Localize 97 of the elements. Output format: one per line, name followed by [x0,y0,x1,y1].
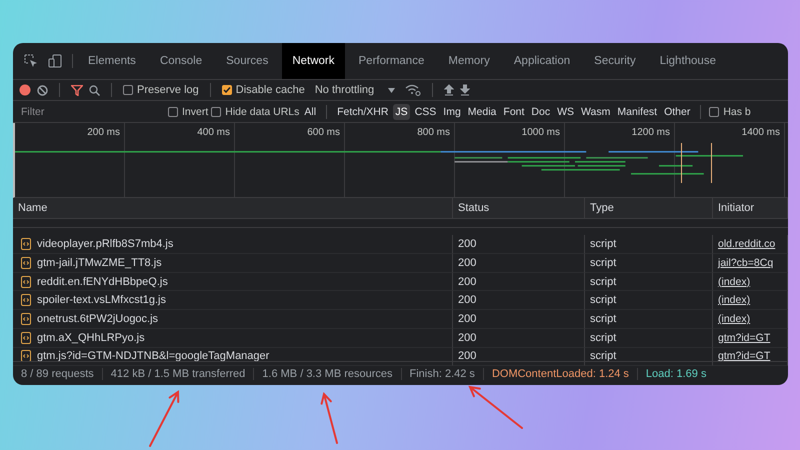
annotation-arrow [468,386,523,429]
status-code: 200 [458,256,476,269]
panel-tab[interactable]: Lighthouse [650,43,726,79]
resource-type: script [590,256,616,269]
time-tick-label: 800 ms [417,126,451,138]
resource-type-filter[interactable]: WS [555,104,576,120]
summary-stat: Load: 1.69 s [644,368,708,380]
file-icon [21,276,31,288]
column-header[interactable]: Type [585,198,713,219]
resource-type-filter[interactable]: Other [662,104,692,120]
time-tick-label: 600 ms [307,126,341,138]
resource-type: script [590,276,616,288]
file-icon [21,312,31,325]
time-tick-label: 1400 ms [742,126,781,138]
preserve-log-checkbox[interactable]: Preserve log [123,84,199,96]
request-name[interactable]: reddit.en.fENYdHBbpeQ.js [37,276,168,288]
inspect-icon[interactable] [24,54,38,68]
time-tick-label: 400 ms [197,126,231,138]
resource-type: script [590,294,616,306]
resource-type-filter[interactable]: Wasm [579,104,612,120]
panel-tab[interactable]: Application [504,43,580,79]
resource-type-filter[interactable]: All [302,104,318,120]
resource-type-filter[interactable]: Font [501,104,526,120]
status-code: 200 [458,350,476,362]
record-icon[interactable] [19,84,31,96]
panel-tab[interactable]: Sources [216,43,278,79]
panel-tab[interactable]: Performance [348,43,434,79]
request-name[interactable]: gtm-jail.jTMwZME_TT8.js [37,256,162,269]
checkbox[interactable] [709,106,720,116]
resource-type: script [590,238,616,250]
initiator-link[interactable]: gtm?id=GT [718,350,770,362]
resource-type-filter[interactable]: Fetch/XHR [335,104,390,120]
annotation-arrow [149,390,180,447]
disable-cache-checkbox[interactable]: Disable cache [222,84,305,96]
initiator-link[interactable]: (index) [718,294,750,306]
resource-type: script [590,312,616,325]
request-name[interactable]: gtm.aX_QHhLRPyo.js [37,332,145,344]
panel-tab[interactable]: Network [282,43,345,79]
time-tick-label: 1000 ms [522,126,561,138]
blocked-filter-checkbox[interactable]: Has b [709,106,751,118]
request-name[interactable]: spoiler-text.vsLMfxcst1g.js [37,294,166,306]
resource-type: script [590,332,616,344]
column-header[interactable]: Name [13,198,453,219]
summary-stat: 1.6 MB / 3.3 MB resources [254,368,402,380]
time-tick-label: 200 ms [87,126,121,138]
checkbox[interactable] [123,85,133,95]
throttling-dropdown[interactable]: No throttling [310,84,400,96]
resource-type-filter[interactable]: Manifest [615,104,660,120]
invert-checkbox[interactable]: Invert [168,106,208,118]
file-icon [21,256,31,269]
checkbox[interactable] [222,85,232,95]
request-name[interactable]: gtm.js?id=GTM-NDJTNB&l=googleTagManager [37,350,270,362]
hide-data-urls-checkbox[interactable]: Hide data URLs [211,106,300,118]
file-icon [21,238,31,250]
panel-tab[interactable]: Console [150,43,212,79]
summary-stat: Finish: 2.42 s [402,368,484,380]
resource-type: script [590,350,616,362]
file-icon [21,294,31,306]
resource-type-filter[interactable]: Media [466,104,498,120]
column-header[interactable]: Status [453,198,585,219]
filter-icon[interactable] [71,84,83,96]
panel-tab[interactable]: Elements [78,43,146,79]
resource-type-filter[interactable]: Doc [529,104,552,120]
initiator-link[interactable]: (index) [718,312,750,325]
caret-icon [388,88,396,92]
initiator-link[interactable]: jail?cb=8Cq [718,256,774,269]
initiator-link[interactable]: (index) [718,276,750,288]
device-icon[interactable] [48,54,62,68]
resource-type-filter[interactable]: Img [441,104,463,120]
status-code: 200 [458,312,476,325]
resource-type-filter[interactable]: CSS [412,104,438,120]
wifi-gear-icon[interactable] [405,84,422,96]
file-icon [21,332,31,344]
summary-stat: 412 kB / 1.5 MB transferred [102,368,254,380]
column-header[interactable]: Initiator [713,198,788,219]
status-code: 200 [458,276,476,288]
summary-stat: DOMContentLoaded: 1.24 s [484,368,638,380]
panel-tab[interactable]: Security [584,43,646,79]
download-icon[interactable] [460,84,470,96]
status-code: 200 [458,238,476,250]
file-icon [21,350,31,362]
status-code: 200 [458,332,476,344]
resource-type-filter[interactable]: JS [393,104,410,120]
summary-stat: 8 / 89 requests [13,368,103,380]
panel-tab[interactable]: Memory [438,43,500,79]
status-code: 200 [458,294,476,306]
clear-icon[interactable] [37,84,48,96]
request-name[interactable]: videoplayer.pRlfb8S7mb4.js [37,238,174,250]
search-icon[interactable] [89,84,100,96]
upload-icon[interactable] [444,84,454,96]
initiator-link[interactable]: old.reddit.co [718,238,776,250]
initiator-link[interactable]: gtm?id=GT [718,332,770,344]
request-name[interactable]: onetrust.6tPW2jUogoc.js [37,312,158,325]
annotation-arrow [320,392,338,444]
checkbox[interactable] [211,106,222,116]
checkbox[interactable] [168,106,178,116]
time-tick-label: 1200 ms [632,126,671,138]
